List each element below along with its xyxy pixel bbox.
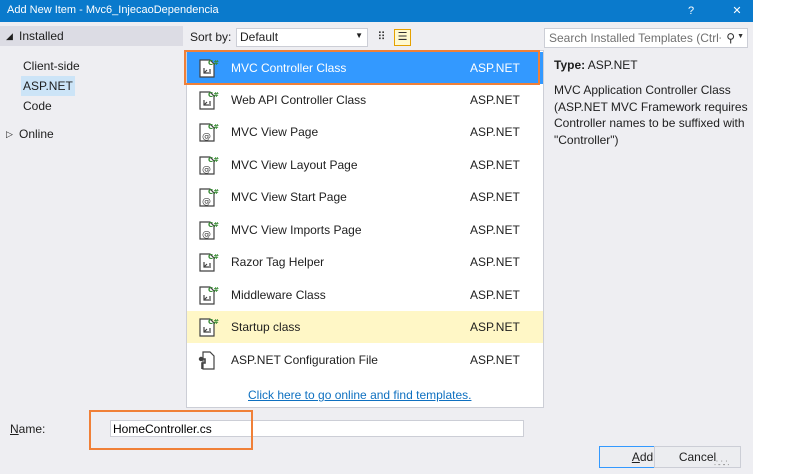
svg-text:C#: C# [208, 188, 219, 196]
razor-file-icon: C# @ [199, 221, 219, 240]
type-value: ASP.NET [587, 58, 638, 72]
help-button[interactable]: ? [678, 0, 704, 22]
template-details: Type: ASP.NET MVC Application Controller… [554, 58, 749, 148]
template-name: Middleware Class [231, 288, 326, 302]
tree-node-asp-net[interactable]: ASP.NET [21, 76, 75, 96]
template-description: MVC Application Controller Class (ASP.NE… [554, 83, 748, 147]
tree-node-client-side[interactable]: Client-side [23, 56, 80, 76]
svg-text:C#: C# [208, 156, 219, 164]
template-item-startup-class[interactable]: C# Startup class ASP.NET [187, 311, 543, 343]
config-file-icon [198, 351, 215, 370]
svg-text:@: @ [202, 165, 211, 175]
template-language: ASP.NET [470, 190, 520, 204]
name-label-rest: ame: [18, 422, 46, 436]
template-item-asp-net-configuration-file[interactable]: ASP.NET Configuration File ASP.NET [187, 344, 543, 376]
search-box: ⚲ ▼ [544, 28, 748, 48]
add-button-label: dd [639, 450, 654, 464]
online-templates-link[interactable]: Click here to go online and find templat… [248, 388, 471, 402]
add-new-item-dialog: Add New Item - Mvc6_InjecaoDependencia ?… [0, 0, 753, 474]
tree-node-installed[interactable]: ◢ Installed [0, 26, 183, 46]
svg-text:C#: C# [208, 221, 219, 229]
template-language: ASP.NET [470, 255, 520, 269]
type-label: Type: [554, 58, 586, 72]
svg-text:@: @ [202, 230, 211, 240]
template-language: ASP.NET [470, 223, 520, 237]
csharp-file-icon: C# [199, 253, 219, 272]
template-item-razor-tag-helper[interactable]: C# Razor Tag Helper ASP.NET [187, 246, 543, 278]
tree-node-code[interactable]: Code [23, 96, 52, 116]
list-view-button[interactable]: ☰ [394, 29, 411, 46]
tree-node-online[interactable]: ▷ Online [0, 124, 183, 144]
svg-text:@: @ [202, 132, 211, 142]
sort-by-label: Sort by: [190, 30, 232, 44]
razor-file-icon: C# @ [199, 123, 219, 142]
template-item-web-api-controller-class[interactable]: C# Web API Controller Class ASP.NET [187, 84, 543, 116]
search-icon[interactable]: ⚲ [726, 31, 735, 45]
template-name: MVC Controller Class [231, 61, 347, 75]
template-language: ASP.NET [470, 125, 520, 139]
type-line: Type: ASP.NET [554, 58, 749, 72]
template-name: MVC View Layout Page [231, 158, 358, 172]
sort-by-value: Default [240, 30, 279, 44]
svg-text:C#: C# [208, 123, 219, 131]
template-name: MVC View Start Page [231, 190, 347, 204]
sort-by-dropdown[interactable]: Default ▼ [236, 28, 368, 47]
search-input[interactable] [545, 29, 725, 47]
razor-file-icon: C# @ [199, 188, 219, 207]
resize-grip-icon[interactable]: ∴∴∴ [714, 458, 729, 469]
template-item-mvc-view-start-page[interactable]: C# @ MVC View Start Page ASP.NET [187, 181, 543, 213]
csharp-file-icon: C# [199, 91, 219, 110]
name-label-mnemonic: N [10, 422, 19, 436]
csharp-file-icon: C# [199, 286, 219, 305]
template-name: ASP.NET Configuration File [231, 353, 378, 367]
category-tree: ◢ Installed Client-side ASP.NET Code ▷ O… [0, 26, 183, 406]
svg-text:C#: C# [208, 286, 219, 294]
chevron-down-icon: ▼ [355, 31, 363, 40]
template-name: MVC View Page [231, 125, 319, 139]
template-language: ASP.NET [470, 61, 520, 75]
name-field[interactable] [110, 420, 524, 437]
add-button-mnemonic: A [631, 450, 640, 464]
expanded-arrow-icon[interactable]: ◢ [6, 26, 13, 46]
dialog-title: Add New Item - Mvc6_InjecaoDependencia [7, 4, 219, 16]
template-name: Startup class [231, 320, 301, 334]
template-language: ASP.NET [470, 93, 520, 107]
svg-text:C#: C# [208, 59, 219, 67]
svg-text:C#: C# [208, 253, 219, 261]
svg-text:C#: C# [208, 91, 219, 99]
csharp-file-icon: C# [199, 59, 219, 78]
svg-text:C#: C# [208, 318, 219, 326]
template-language: ASP.NET [470, 288, 520, 302]
csharp-file-icon: C# [199, 318, 219, 337]
svg-text:@: @ [202, 197, 211, 207]
small-icons-view-button[interactable]: ⠿ [373, 29, 390, 46]
chevron-down-icon[interactable]: ▼ [737, 33, 744, 40]
template-language: ASP.NET [470, 320, 520, 334]
template-item-mvc-view-page[interactable]: C# @ MVC View Page ASP.NET [187, 116, 543, 148]
template-language: ASP.NET [470, 353, 520, 367]
razor-file-icon: C# @ [199, 156, 219, 175]
template-item-mvc-controller-class[interactable]: C# MVC Controller Class ASP.NET [187, 52, 543, 84]
template-name: Web API Controller Class [231, 93, 367, 107]
bottom-bar: Name: Add Cancel [0, 408, 753, 474]
template-item-mvc-view-layout-page[interactable]: C# @ MVC View Layout Page ASP.NET [187, 149, 543, 181]
tree-node-label: Online [19, 127, 54, 141]
name-label: Name: [10, 422, 45, 436]
template-language: ASP.NET [470, 158, 520, 172]
template-item-middleware-class[interactable]: C# Middleware Class ASP.NET [187, 279, 543, 311]
template-name: Razor Tag Helper [231, 255, 325, 269]
template-name: MVC View Imports Page [231, 223, 362, 237]
close-button[interactable]: ✕ [724, 0, 750, 22]
template-item-mvc-view-imports-page[interactable]: C# @ MVC View Imports Page ASP.NET [187, 214, 543, 246]
collapsed-arrow-icon[interactable]: ▷ [6, 124, 13, 144]
template-list: C# MVC Controller Class ASP.NET C# Web A… [186, 50, 544, 408]
title-bar: Add New Item - Mvc6_InjecaoDependencia ?… [0, 0, 753, 22]
tree-node-label: Installed [19, 29, 64, 43]
